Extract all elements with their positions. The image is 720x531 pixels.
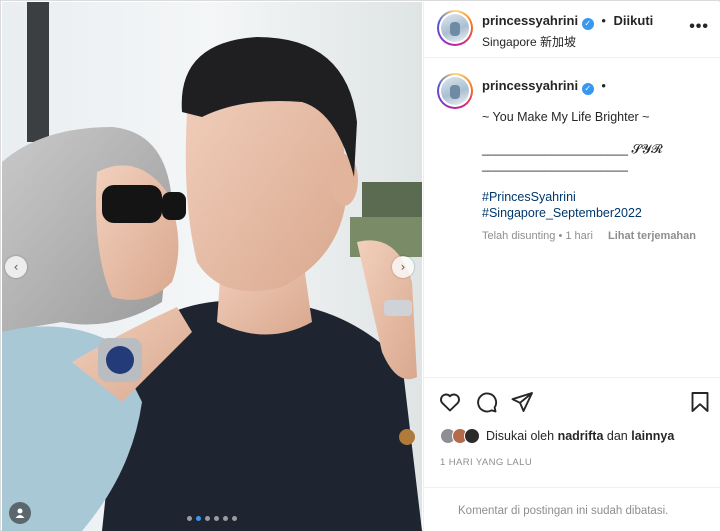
carousel-dot: [187, 516, 192, 521]
hashtag-link[interactable]: #Singapore_September2022: [482, 205, 712, 221]
carousel-dot: [205, 516, 210, 521]
caption-line: _____________________: [482, 158, 628, 172]
share-icon[interactable]: [510, 390, 534, 414]
avatar[interactable]: [464, 428, 480, 444]
comments-disabled-notice: Komentar di postingan ini sudah dibatasi…: [424, 487, 720, 531]
caption-text: ~ You Make My Life Brighter ~ __________…: [482, 109, 712, 221]
username-link[interactable]: princessyahrini: [482, 13, 578, 28]
edited-time: 1 hari: [565, 230, 593, 242]
carousel-dot: [223, 516, 228, 521]
post-dialog: ‹ › princessyahrini ✓ • Diikuti Singapor…: [0, 0, 720, 531]
post-photo[interactable]: ‹ ›: [2, 2, 422, 531]
follow-status-button[interactable]: Diikuti: [614, 13, 654, 28]
caption-section: princessyahrini ✓ • ~ You Make My Life B…: [424, 59, 720, 377]
post-header: princessyahrini ✓ • Diikuti Singapore 新加…: [424, 2, 720, 58]
post-side-panel: princessyahrini ✓ • Diikuti Singapore 新加…: [423, 2, 720, 531]
liked-by-user-link[interactable]: nadrifta: [558, 429, 604, 443]
caption-username-link[interactable]: princessyahrini: [482, 78, 578, 93]
caption-line: [482, 173, 712, 189]
avatar[interactable]: [437, 10, 473, 46]
hashtag-link[interactable]: #PrincesSyahrini: [482, 189, 712, 205]
separator-dot: •: [558, 230, 563, 242]
liked-by-and: dan: [606, 429, 628, 443]
heart-icon[interactable]: [438, 390, 462, 414]
bookmark-icon[interactable]: [688, 390, 712, 414]
post-actions: Disukai oleh nadrifta dan lainnya 1 HARI…: [424, 377, 720, 527]
more-options-button[interactable]: •••: [689, 18, 709, 36]
liked-by-others-link[interactable]: lainnya: [631, 429, 674, 443]
verified-badge-icon: ✓: [581, 18, 594, 30]
carousel-indicator: [2, 516, 422, 521]
see-translation-button[interactable]: Lihat terjemahan: [608, 230, 696, 242]
carousel-prev-button[interactable]: ‹: [5, 256, 27, 278]
post-timestamp[interactable]: 1 HARI YANG LALU: [440, 457, 532, 468]
verified-badge-icon: ✓: [581, 83, 594, 95]
caption-line: [482, 125, 712, 141]
separator-dot: •: [601, 78, 606, 93]
location-link[interactable]: Singapore 新加坡: [482, 33, 576, 50]
photo-illustration: [2, 2, 422, 531]
caption-line: _____________________ 𝓢𝓨𝓡: [482, 142, 663, 156]
edited-label: Telah disunting: [482, 230, 556, 242]
caption-meta: Telah disunting • 1 hari Lihat terjemaha…: [482, 230, 696, 242]
caption-line: ~ You Make My Life Brighter ~: [482, 110, 650, 124]
comment-icon[interactable]: [474, 390, 498, 414]
likes-summary: Disukai oleh nadrifta dan lainnya: [440, 428, 674, 444]
carousel-dot: [232, 516, 237, 521]
carousel-next-button[interactable]: ›: [392, 256, 414, 278]
liked-by-prefix: Disukai oleh: [486, 429, 555, 443]
avatar[interactable]: [437, 73, 473, 109]
carousel-dot: [196, 516, 201, 521]
separator-dot: •: [601, 13, 606, 28]
carousel-dot: [214, 516, 219, 521]
